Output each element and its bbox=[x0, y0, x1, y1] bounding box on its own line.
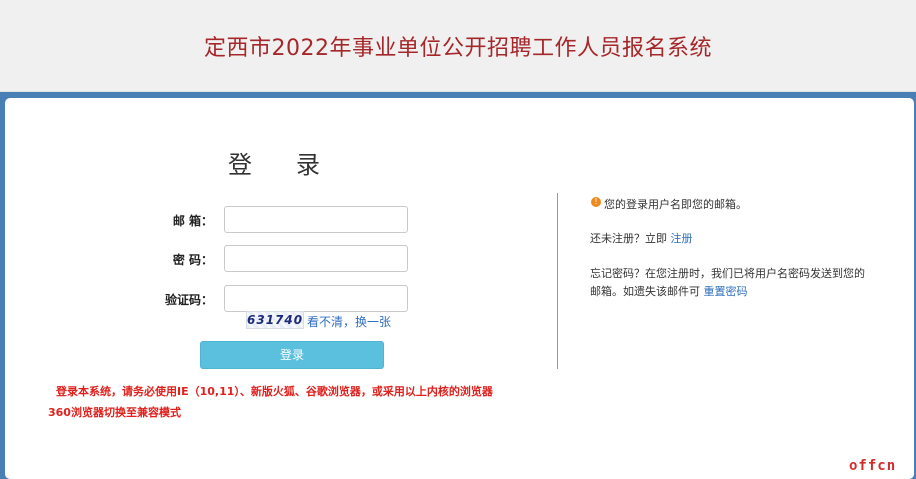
email-field[interactable] bbox=[224, 206, 408, 233]
register-prompt: 还未注册？立即 注册 bbox=[590, 230, 693, 246]
register-link[interactable]: 注册 bbox=[671, 232, 693, 245]
reset-password-link[interactable]: 重置密码 bbox=[704, 285, 748, 298]
email-label: 邮 箱： bbox=[172, 214, 213, 228]
offcn-watermark: offcn bbox=[849, 458, 897, 474]
forgot-password-line2: 邮箱。如遗失该邮件可 重置密码 bbox=[590, 283, 748, 299]
captcha-image[interactable]: 631740 bbox=[246, 311, 304, 329]
browser-notice: 登录本系统，请务必使用IE（10,11）、新版火狐、谷歌浏览器，或采用以上内核的… bbox=[56, 385, 493, 398]
info-icon: ! bbox=[591, 197, 601, 207]
login-panel bbox=[5, 98, 914, 479]
vertical-divider bbox=[557, 193, 558, 369]
compat-notice: 360浏览器切换至兼容模式 bbox=[48, 406, 181, 419]
forgot-password-line1: 忘记密码？在您注册时，我们已将用户名密码发送到您的 bbox=[590, 267, 865, 280]
captcha-label: 验证码： bbox=[164, 293, 213, 307]
captcha-field[interactable] bbox=[224, 285, 408, 312]
header-bar: 定西市2022年事业单位公开招聘工作人员报名系统 bbox=[0, 0, 916, 92]
login-heading: 登录 bbox=[228, 151, 364, 179]
forgot-password-text: 邮箱。如遗失该邮件可 bbox=[590, 285, 700, 298]
login-button[interactable]: 登录 bbox=[200, 341, 384, 369]
page-title: 定西市2022年事业单位公开招聘工作人员报名系统 bbox=[204, 36, 712, 61]
username-tip: 您的登录用户名即您的邮箱。 bbox=[604, 198, 747, 211]
register-prompt-text: 还未注册？立即 bbox=[590, 232, 667, 245]
captcha-refresh-link[interactable]: 看不清，换一张 bbox=[307, 313, 391, 330]
password-field[interactable] bbox=[224, 245, 408, 272]
password-label: 密 码： bbox=[172, 253, 213, 267]
